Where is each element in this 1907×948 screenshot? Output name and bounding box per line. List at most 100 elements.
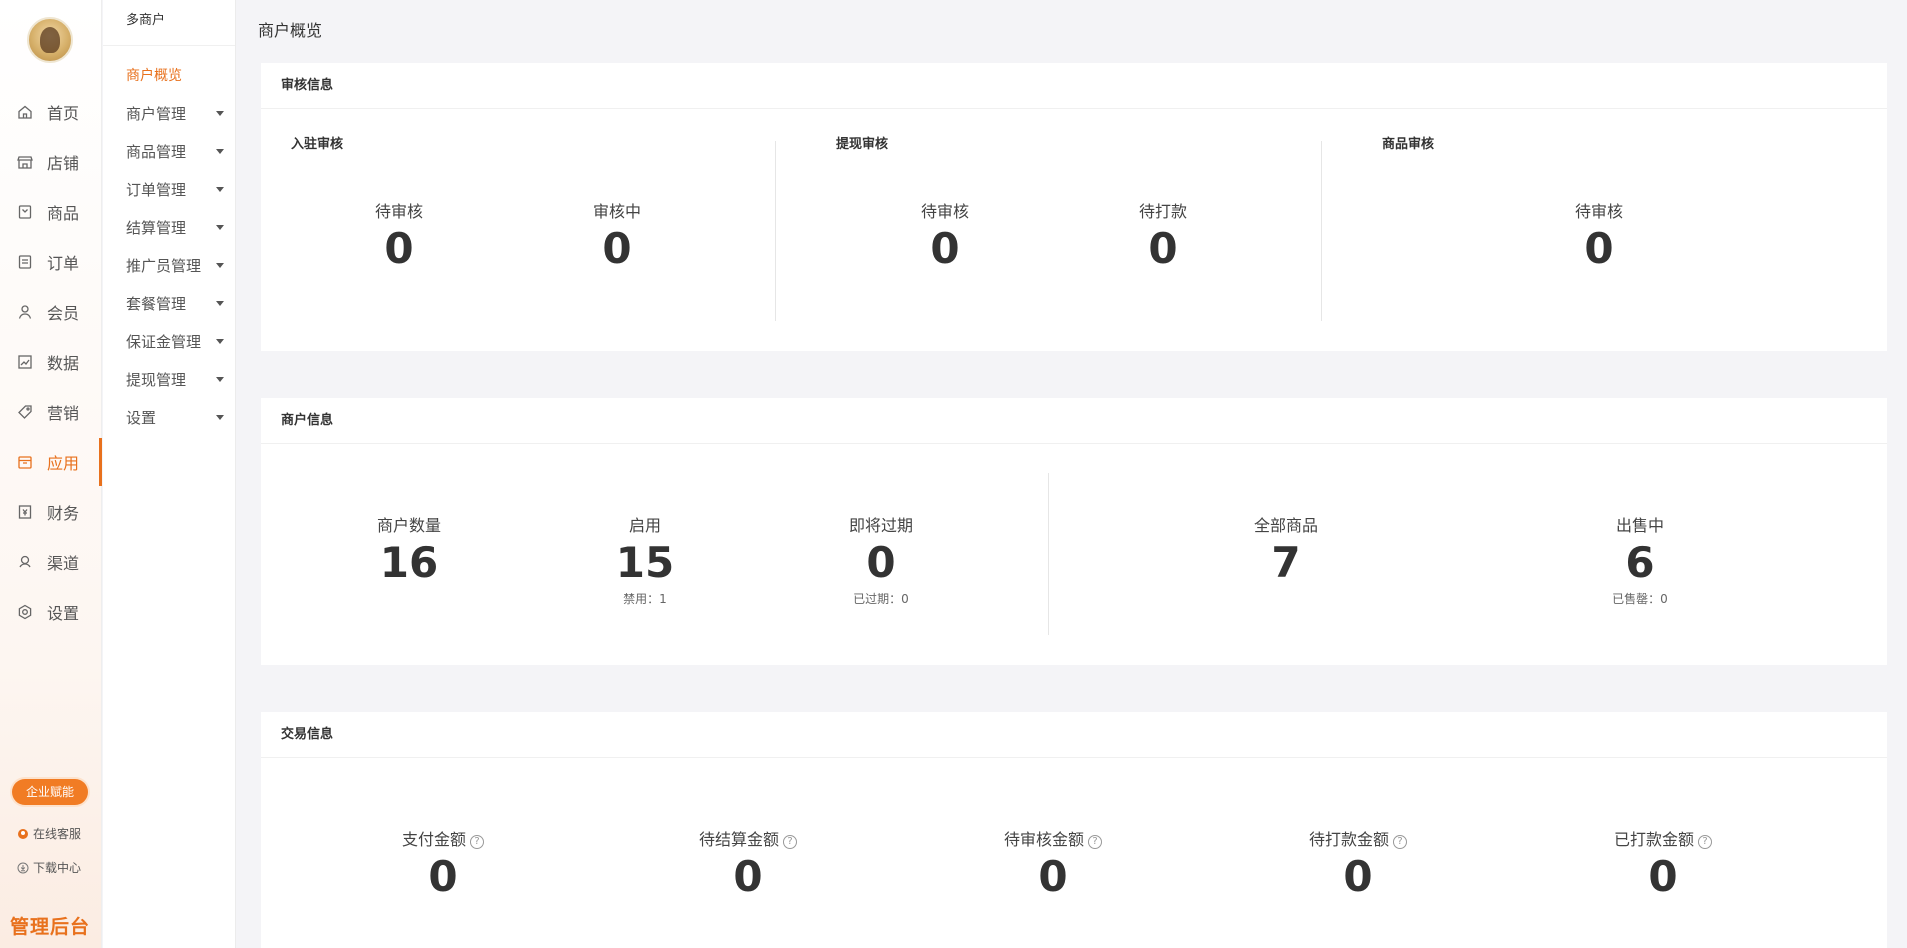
submenu-item-label: 结算管理 bbox=[126, 218, 187, 237]
store-icon bbox=[17, 154, 33, 170]
submenu-item-label: 商户管理 bbox=[126, 104, 187, 123]
stat-withdraw-pending[interactable]: 待审核 0 bbox=[921, 198, 969, 274]
avatar[interactable] bbox=[27, 17, 73, 63]
submenu-item-product-manage[interactable]: 商品管理 bbox=[126, 139, 226, 163]
headset-icon bbox=[17, 828, 29, 840]
online-service-label: 在线客服 bbox=[33, 827, 82, 841]
submenu-item-settlement-manage[interactable]: 结算管理 bbox=[126, 215, 226, 239]
stat-label: 商户数量 bbox=[376, 516, 442, 535]
help-icon[interactable]: ? bbox=[783, 835, 798, 849]
nav-label: 应用 bbox=[47, 454, 80, 473]
stat-subtext: 禁用：1 bbox=[623, 592, 667, 607]
stat-entry-pending[interactable]: 待审核 0 bbox=[375, 198, 423, 274]
stat-product-pending[interactable]: 待审核 0 bbox=[1575, 198, 1623, 274]
stat-on-sale[interactable]: 出售中 6 已售罄：0 bbox=[1612, 512, 1668, 607]
nav-label: 设置 bbox=[47, 604, 80, 623]
nav-item-finance[interactable]: 财务 bbox=[0, 488, 102, 536]
stat-expiring[interactable]: 即将过期 0 已过期：0 bbox=[849, 512, 913, 607]
stat-entry-reviewing[interactable]: 审核中 0 bbox=[593, 198, 641, 274]
nav-item-order[interactable]: 订单 bbox=[0, 238, 102, 286]
stat-paid-amount[interactable]: 支付金额? 0 bbox=[401, 826, 485, 902]
product-icon bbox=[17, 204, 33, 220]
submenu-item-label: 订单管理 bbox=[126, 180, 187, 199]
submenu-item-deposit-manage[interactable]: 保证金管理 bbox=[126, 329, 226, 353]
submenu-item-label: 保证金管理 bbox=[126, 332, 202, 351]
submenu-item-order-manage[interactable]: 订单管理 bbox=[126, 177, 226, 201]
submenu-item-package-manage[interactable]: 套餐管理 bbox=[126, 291, 226, 315]
stat-label: 支付金额 bbox=[401, 830, 467, 849]
stat-value: 0 bbox=[1343, 852, 1373, 901]
nav-item-app[interactable]: 应用 bbox=[0, 438, 102, 486]
stat-value: 0 bbox=[1584, 224, 1614, 273]
stat-label: 待审核 bbox=[1574, 202, 1624, 221]
app-icon bbox=[17, 454, 33, 470]
nav-label: 店铺 bbox=[47, 154, 80, 173]
home-icon bbox=[17, 104, 33, 120]
nav-item-settings[interactable]: 设置 bbox=[0, 588, 102, 636]
stat-value: 0 bbox=[602, 224, 632, 273]
merchant-card: 商户信息 商户数量 16 启用 15 禁用：1 即将过期 0 已过期：0 全部商… bbox=[261, 398, 1887, 665]
nav-item-home[interactable]: 首页 bbox=[0, 88, 102, 136]
stat-merchant-count[interactable]: 商户数量 16 bbox=[377, 512, 441, 588]
online-service-link[interactable]: 在线客服 bbox=[17, 825, 81, 842]
nav-item-channel[interactable]: 渠道 bbox=[0, 538, 102, 586]
member-icon bbox=[17, 304, 33, 320]
submenu-item-withdraw-manage[interactable]: 提现管理 bbox=[126, 367, 226, 391]
nav-item-product[interactable]: 商品 bbox=[0, 188, 102, 236]
stat-subtext: 已过期：0 bbox=[853, 592, 909, 607]
stat-label: 审核中 bbox=[592, 202, 642, 221]
help-icon[interactable]: ? bbox=[1698, 835, 1713, 849]
submenu-item-label: 商户概览 bbox=[126, 68, 182, 84]
stat-label: 已打款金额 bbox=[1613, 830, 1695, 849]
stat-value: 0 bbox=[733, 852, 763, 901]
caret-down-icon bbox=[216, 300, 224, 306]
stat-label: 待审核金额 bbox=[1003, 830, 1085, 849]
stat-all-products[interactable]: 全部商品 7 bbox=[1254, 512, 1318, 588]
help-icon[interactable]: ? bbox=[1393, 835, 1408, 849]
stat-label: 启用 bbox=[628, 516, 662, 535]
submenu-item-label: 商品管理 bbox=[126, 142, 187, 161]
help-icon[interactable]: ? bbox=[1088, 835, 1103, 849]
stat-label-wrap: 支付金额? bbox=[401, 826, 485, 850]
audit-card: 审核信息 入驻审核 待审核 0 审核中 0 提现审核 待审核 0 待打款 0 商… bbox=[261, 63, 1887, 351]
card-title: 商户信息 bbox=[261, 398, 1887, 444]
stat-label: 待打款 bbox=[1138, 202, 1188, 221]
nav-item-store[interactable]: 店铺 bbox=[0, 138, 102, 186]
nav-item-member[interactable]: 会员 bbox=[0, 288, 102, 336]
stat-value: 0 bbox=[1038, 852, 1068, 901]
order-icon bbox=[17, 254, 33, 270]
stat-paid-out-amount[interactable]: 已打款金额? 0 bbox=[1613, 826, 1713, 902]
stat-to-pay-amount[interactable]: 待打款金额? 0 bbox=[1309, 826, 1408, 902]
stat-label: 出售中 bbox=[1615, 516, 1665, 535]
nav-item-marketing[interactable]: 营销 bbox=[0, 388, 102, 436]
caret-down-icon bbox=[216, 110, 224, 116]
download-center-link[interactable]: 下载中心 bbox=[17, 859, 81, 876]
stat-value: 16 bbox=[379, 538, 439, 587]
submenu-item-promoter-manage[interactable]: 推广员管理 bbox=[126, 253, 226, 277]
stat-to-settle-amount[interactable]: 待结算金额? 0 bbox=[698, 826, 798, 902]
submenu-item-merchant-manage[interactable]: 商户管理 bbox=[126, 101, 226, 125]
submenu-item-label: 推广员管理 bbox=[126, 256, 202, 275]
stat-to-review-amount[interactable]: 待审核金额? 0 bbox=[1003, 826, 1103, 902]
caret-down-icon bbox=[216, 414, 224, 420]
caret-down-icon bbox=[216, 338, 224, 344]
brand-logo-text: 管理后台 bbox=[10, 916, 91, 938]
stat-withdraw-to-pay[interactable]: 待打款 0 bbox=[1139, 198, 1187, 274]
help-icon[interactable]: ? bbox=[470, 835, 485, 849]
tag-icon bbox=[17, 404, 33, 420]
stat-label-wrap: 待结算金额? bbox=[698, 826, 798, 850]
submenu-item-settings[interactable]: 设置 bbox=[126, 405, 226, 429]
submenu-item-overview[interactable]: 商户概览 bbox=[126, 63, 226, 87]
caret-down-icon bbox=[216, 376, 224, 382]
stat-label: 待结算金额 bbox=[698, 830, 780, 849]
divider bbox=[1048, 473, 1049, 635]
nav-label: 会员 bbox=[47, 304, 80, 323]
submenu: 多商户 商户概览 商户管理 商品管理 订单管理 结算管理 推广员管理 套餐管理 … bbox=[103, 0, 236, 948]
stat-enabled[interactable]: 启用 15 禁用：1 bbox=[616, 512, 674, 607]
stat-value: 7 bbox=[1271, 538, 1301, 587]
nav-item-data[interactable]: 数据 bbox=[0, 338, 102, 386]
divider bbox=[1321, 141, 1322, 321]
enterprise-button[interactable]: 企业赋能 bbox=[12, 779, 88, 805]
section-title: 提现审核 bbox=[836, 137, 889, 152]
main-nav: 首页 店铺 商品 订单 会员 数据 营销 应用 财务 渠道 设置 企业赋能 在线… bbox=[0, 0, 102, 948]
